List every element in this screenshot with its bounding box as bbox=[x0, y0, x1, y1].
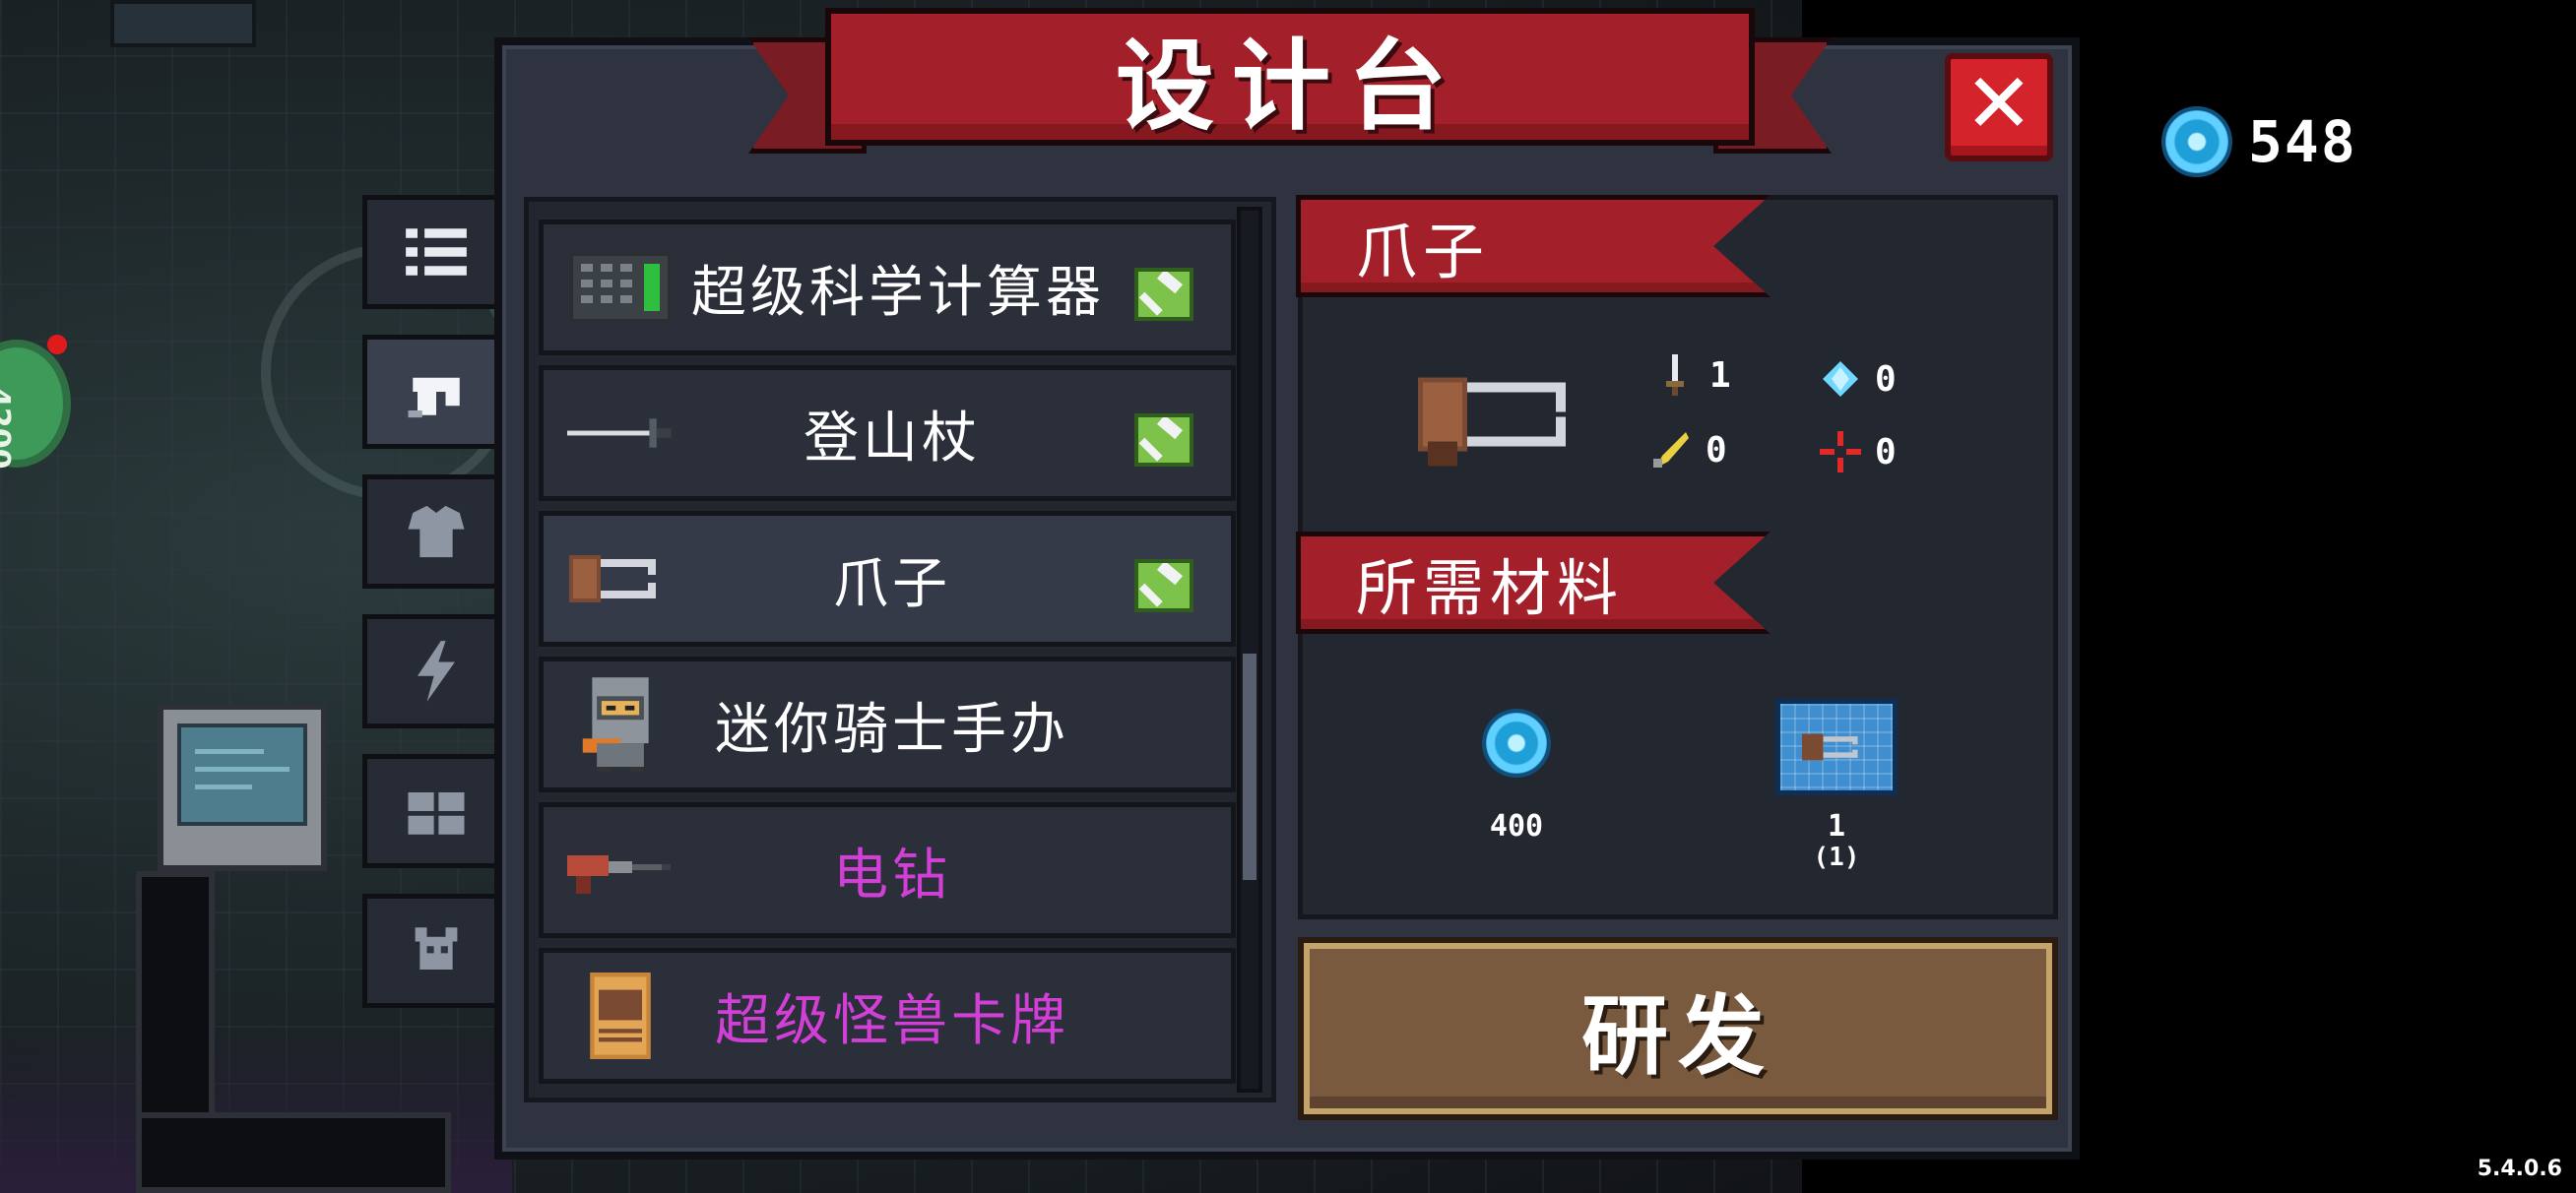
tab-armor[interactable] bbox=[362, 474, 504, 589]
recipe-row-drill[interactable]: 电钻 bbox=[539, 802, 1236, 938]
recipe-label: 登山杖 bbox=[804, 406, 981, 471]
crit-blade-icon bbox=[1653, 432, 1689, 468]
stat-spread: 0 bbox=[1820, 431, 1897, 472]
tab-pets[interactable] bbox=[362, 894, 504, 1008]
research-button-label: 研发 bbox=[1580, 984, 1774, 1087]
left-status-badge[interactable]: 4200 bbox=[0, 340, 71, 470]
item-name-ribbon: 爪子 bbox=[1296, 195, 1771, 297]
stat-crit-value: 0 bbox=[1706, 429, 1727, 471]
stat-damage-value: 1 bbox=[1709, 354, 1731, 396]
recipe-label: 超级怪兽卡牌 bbox=[715, 988, 1069, 1053]
stat-crit: 0 bbox=[1650, 429, 1727, 471]
research-button[interactable]: 研发 bbox=[1304, 943, 2052, 1114]
drill-icon bbox=[567, 831, 674, 910]
material-blueprint-owned: (1) bbox=[1813, 843, 1860, 872]
left-badge-text: 4200 bbox=[0, 387, 16, 470]
calculator-icon bbox=[567, 248, 674, 327]
list-icon bbox=[405, 228, 467, 276]
recipe-list-scrollbar[interactable] bbox=[1237, 207, 1262, 1093]
stat-spread-value: 0 bbox=[1875, 431, 1897, 472]
materials-ribbon: 所需材料 bbox=[1296, 532, 1771, 634]
recipe-row-claw[interactable]: 爪子 bbox=[539, 511, 1236, 647]
scene-wall-block bbox=[110, 0, 256, 47]
weapon-icon bbox=[408, 377, 460, 418]
recipe-label: 电钻 bbox=[833, 843, 951, 908]
selected-item-preview bbox=[1418, 362, 1605, 467]
trekking-pole-icon bbox=[567, 394, 674, 472]
monster-card-icon bbox=[567, 973, 674, 1059]
scene-computer-monitor bbox=[158, 704, 327, 871]
tab-skills[interactable] bbox=[362, 614, 504, 728]
recipe-row-calculator[interactable]: 超级科学计算器 bbox=[539, 220, 1236, 355]
close-icon: ✕ bbox=[1964, 55, 2034, 152]
claw-icon bbox=[567, 539, 674, 618]
claw-icon bbox=[1418, 377, 1566, 467]
sword-icon bbox=[1666, 354, 1684, 396]
selected-item-name: 爪子 bbox=[1356, 216, 1491, 287]
craftable-hammer-icon bbox=[1134, 268, 1193, 321]
stat-damage: 1 bbox=[1654, 354, 1731, 396]
knight-figure-icon bbox=[567, 677, 674, 772]
scrollbar-thumb[interactable] bbox=[1243, 654, 1256, 880]
scene-floor-block bbox=[136, 1112, 451, 1193]
tab-weapons[interactable] bbox=[362, 335, 504, 449]
armor-icon bbox=[408, 505, 464, 558]
recipe-list[interactable]: 超级科学计算器 登山杖 爪子 迷你骑士手办 电钻 超级怪兽卡牌 bbox=[524, 197, 1276, 1102]
craftable-hammer-icon bbox=[1134, 559, 1193, 612]
claw-blueprint-icon bbox=[1775, 699, 1898, 795]
recipe-label: 迷你骑士手办 bbox=[715, 697, 1069, 762]
version-label: 5.4.0.6 bbox=[2477, 1157, 2562, 1181]
lightning-icon bbox=[417, 641, 455, 702]
gem-counter: 548 bbox=[2161, 106, 2357, 177]
crosshair-icon bbox=[1820, 431, 1861, 472]
gem-count: 548 bbox=[2248, 108, 2357, 175]
energy-diamond-icon bbox=[1823, 361, 1858, 397]
gloves-icon bbox=[408, 792, 464, 835]
tab-gloves[interactable] bbox=[362, 754, 504, 868]
blue-gem-icon bbox=[1482, 709, 1551, 778]
tab-list[interactable] bbox=[362, 195, 504, 309]
materials-title: 所需材料 bbox=[1356, 552, 1625, 624]
workbench-title-banner: 设计台 bbox=[748, 8, 1832, 157]
recipe-row-monster-card[interactable]: 超级怪兽卡牌 bbox=[539, 948, 1236, 1084]
pet-icon bbox=[415, 927, 457, 970]
close-button[interactable]: ✕ bbox=[1945, 53, 2053, 161]
recipe-row-knight-figure[interactable]: 迷你骑士手办 bbox=[539, 657, 1236, 792]
recipe-label: 爪子 bbox=[833, 551, 951, 616]
stat-energy: 0 bbox=[1820, 358, 1897, 400]
material-gems bbox=[1482, 709, 1551, 778]
material-blueprint-amount: 1 bbox=[1827, 809, 1846, 844]
recipe-label: 超级科学计算器 bbox=[691, 260, 1105, 325]
blue-gem-icon bbox=[2161, 106, 2232, 177]
craftable-hammer-icon bbox=[1134, 413, 1193, 467]
recipe-row-trekking-pole[interactable]: 登山杖 bbox=[539, 365, 1236, 501]
notification-dot bbox=[47, 335, 67, 354]
stat-energy-value: 0 bbox=[1875, 358, 1897, 400]
workbench-title: 设计台 bbox=[1116, 28, 1464, 144]
material-gems-amount: 400 bbox=[1489, 809, 1544, 844]
